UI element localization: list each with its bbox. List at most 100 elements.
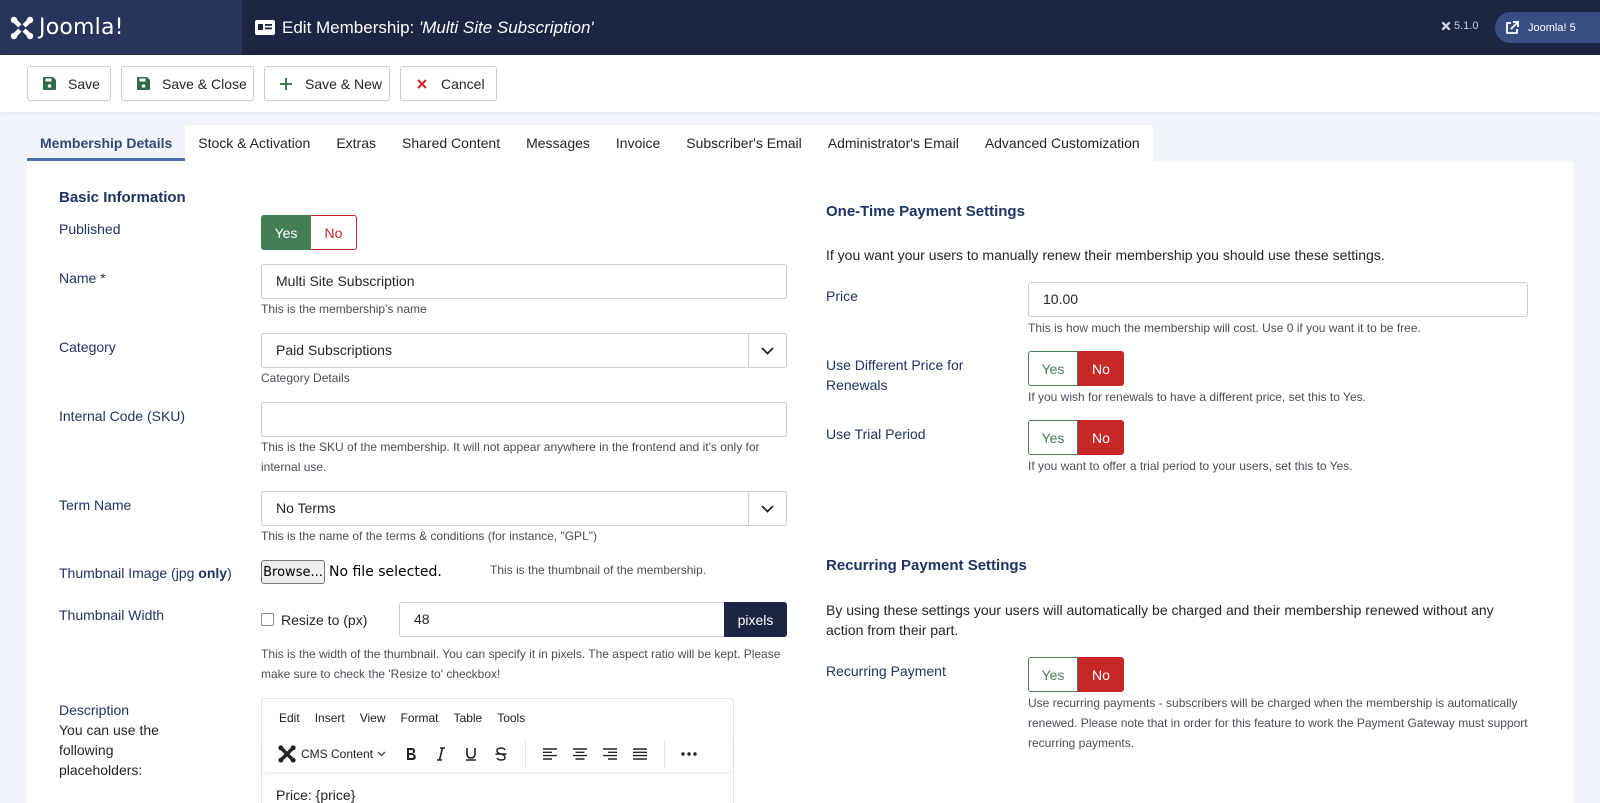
resize-label[interactable]: Resize to (px) — [281, 610, 367, 630]
close-icon — [415, 78, 429, 89]
category-label: Category — [59, 339, 116, 355]
tab-bar: Membership Details Stock & Activation Ex… — [27, 125, 1153, 161]
save-icon — [42, 77, 56, 90]
different-price-yes[interactable]: Yes — [1028, 351, 1078, 386]
thumbnail-help: This is the thumbnail of the membership. — [490, 563, 707, 577]
italic-icon[interactable] — [426, 747, 456, 761]
category-select[interactable]: Paid Subscriptions — [261, 333, 787, 368]
published-no[interactable]: No — [311, 215, 357, 250]
editor-menu-view[interactable]: View — [360, 711, 386, 725]
editor-menu-insert[interactable]: Insert — [315, 711, 345, 725]
joomla-logo-icon — [10, 16, 34, 39]
save-new-button[interactable]: Save & New — [264, 66, 390, 101]
one-time-payment-title: One-Time Payment Settings — [826, 203, 1025, 220]
joomla-small-icon — [1441, 21, 1451, 31]
editor-menu-edit[interactable]: Edit — [279, 711, 300, 725]
joomla-icon — [278, 745, 296, 763]
published-yes[interactable]: Yes — [261, 215, 311, 250]
id-card-icon — [255, 20, 275, 35]
version-text: 5.1.0 — [1454, 20, 1479, 32]
recurring-payment-title: Recurring Payment Settings — [826, 557, 1027, 574]
name-help: This is the membership's name — [261, 302, 427, 316]
thumbnail-width-help: This is the width of the thumbnail. You … — [261, 647, 781, 681]
editor-menu-tools[interactable]: Tools — [497, 711, 525, 725]
tab-administrators-email[interactable]: Administrator's Email — [815, 125, 972, 161]
tab-extras[interactable]: Extras — [323, 125, 389, 161]
different-price-no[interactable]: No — [1078, 351, 1124, 386]
save-button[interactable]: Save — [27, 66, 111, 101]
no-file-text: No file selected. — [329, 564, 442, 580]
tab-stock-activation[interactable]: Stock & Activation — [185, 125, 323, 161]
resize-checkbox[interactable] — [261, 613, 274, 626]
sku-input[interactable] — [261, 402, 787, 437]
term-select[interactable]: No Terms — [261, 491, 787, 526]
trial-period-help: If you want to offer a trial period to y… — [1028, 459, 1353, 473]
tab-membership-details[interactable]: Membership Details — [27, 125, 186, 161]
cancel-label: Cancel — [441, 75, 485, 92]
save-label: Save — [68, 75, 100, 92]
recurring-payment-label: Recurring Payment — [826, 663, 946, 679]
thumbnail-width-input[interactable]: 48 — [399, 602, 725, 637]
editor-toolbar: CMS Content — [263, 736, 732, 772]
trial-period-yes[interactable]: Yes — [1028, 420, 1078, 455]
cancel-button[interactable]: Cancel — [400, 66, 497, 101]
trial-period-toggle: Yes No — [1028, 420, 1124, 455]
cms-content-dropdown[interactable]: CMS Content — [277, 744, 386, 764]
underline-icon[interactable] — [456, 747, 486, 761]
view-site-label: Joomla! 5 — [1528, 21, 1576, 34]
trial-period-label: Use Trial Period — [826, 426, 926, 442]
align-right-icon[interactable] — [595, 748, 625, 760]
toolbar: Save Save & Close Save & New Cancel — [0, 55, 1600, 112]
editor-menu-format[interactable]: Format — [401, 711, 439, 725]
term-label: Term Name — [59, 497, 132, 513]
chevron-down-icon — [377, 751, 386, 757]
tab-subscribers-email[interactable]: Subscriber's Email — [673, 125, 815, 161]
recurring-payment-help: Use recurring payments - subscribers wil… — [1028, 696, 1528, 750]
trial-period-no[interactable]: No — [1078, 420, 1124, 455]
tab-invoice[interactable]: Invoice — [603, 125, 673, 161]
save-close-label: Save & Close — [162, 75, 247, 92]
external-link-icon — [1506, 20, 1519, 34]
description-editor: Edit Insert View Format Table Tools CMS … — [261, 698, 734, 803]
name-label: Name * — [59, 270, 106, 286]
recurring-payment-no[interactable]: No — [1078, 657, 1124, 692]
different-price-help: If you wish for renewals to have a diffe… — [1028, 390, 1366, 404]
category-help: Category Details — [261, 371, 350, 385]
more-icon[interactable] — [674, 752, 704, 756]
price-label: Price — [826, 288, 858, 304]
sku-help: This is the SKU of the membership. It wi… — [261, 440, 760, 474]
term-value: No Terms — [276, 500, 336, 516]
editor-menu-table[interactable]: Table — [454, 711, 483, 725]
price-help: This is how much the membership will cos… — [1028, 321, 1421, 335]
align-justify-icon[interactable] — [625, 748, 655, 760]
different-price-toggle: Yes No — [1028, 351, 1124, 386]
chevron-down-icon — [748, 334, 786, 367]
published-label: Published — [59, 221, 121, 237]
strikethrough-icon[interactable] — [486, 747, 516, 761]
bold-icon[interactable] — [396, 747, 426, 761]
view-site-button[interactable]: Joomla! 5 — [1495, 12, 1600, 43]
align-center-icon[interactable] — [565, 748, 595, 760]
tab-advanced-customization[interactable]: Advanced Customization — [972, 125, 1153, 161]
recurring-payment-toggle: Yes No — [1028, 657, 1124, 692]
joomla-logo[interactable]: Joomla! — [0, 0, 242, 55]
logo-text: Joomla! — [39, 15, 124, 40]
category-value: Paid Subscriptions — [276, 342, 392, 358]
recurring-intro: By using these settings your users will … — [826, 602, 1494, 638]
description-placeholders-note: You can use the following placeholders: — [59, 722, 159, 778]
one-time-intro: If you want your users to manually renew… — [826, 247, 1385, 263]
cms-content-label: CMS Content — [301, 747, 374, 761]
align-left-icon[interactable] — [535, 748, 565, 760]
tab-shared-content[interactable]: Shared Content — [389, 125, 513, 161]
thumbnail-width-label: Thumbnail Width — [59, 607, 165, 623]
price-input[interactable]: 10.00 — [1028, 282, 1528, 317]
recurring-payment-yes[interactable]: Yes — [1028, 657, 1078, 692]
tab-messages[interactable]: Messages — [513, 125, 603, 161]
editor-content[interactable]: Price: {price} — [276, 787, 355, 803]
sku-label: Internal Code (SKU) — [59, 408, 186, 424]
page-title: Edit Membership: 'Multi Site Subscriptio… — [255, 18, 594, 38]
save-close-button[interactable]: Save & Close — [121, 66, 254, 101]
chevron-down-icon — [748, 492, 786, 525]
name-input[interactable]: Multi Site Subscription — [261, 264, 787, 299]
browse-button[interactable]: Browse... — [261, 560, 325, 584]
